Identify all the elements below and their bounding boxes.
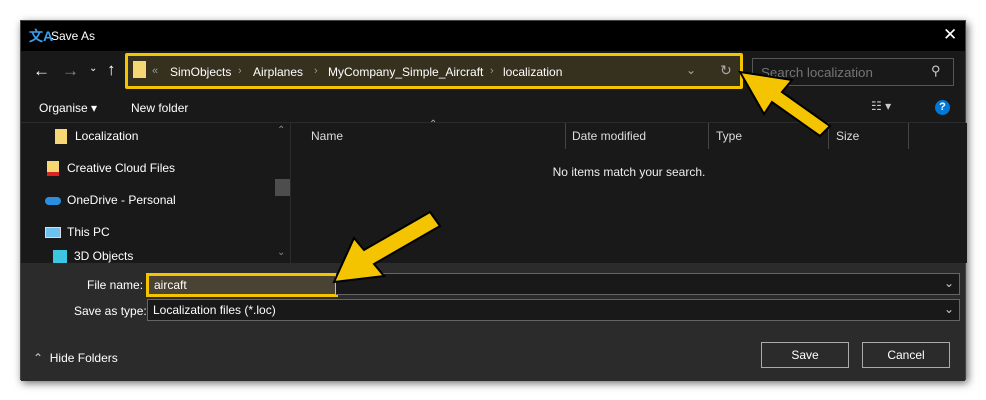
annotation-overlay xyxy=(332,70,832,284)
arrow-annotation-address xyxy=(738,70,832,138)
arrow-annotation-filename xyxy=(332,210,442,284)
